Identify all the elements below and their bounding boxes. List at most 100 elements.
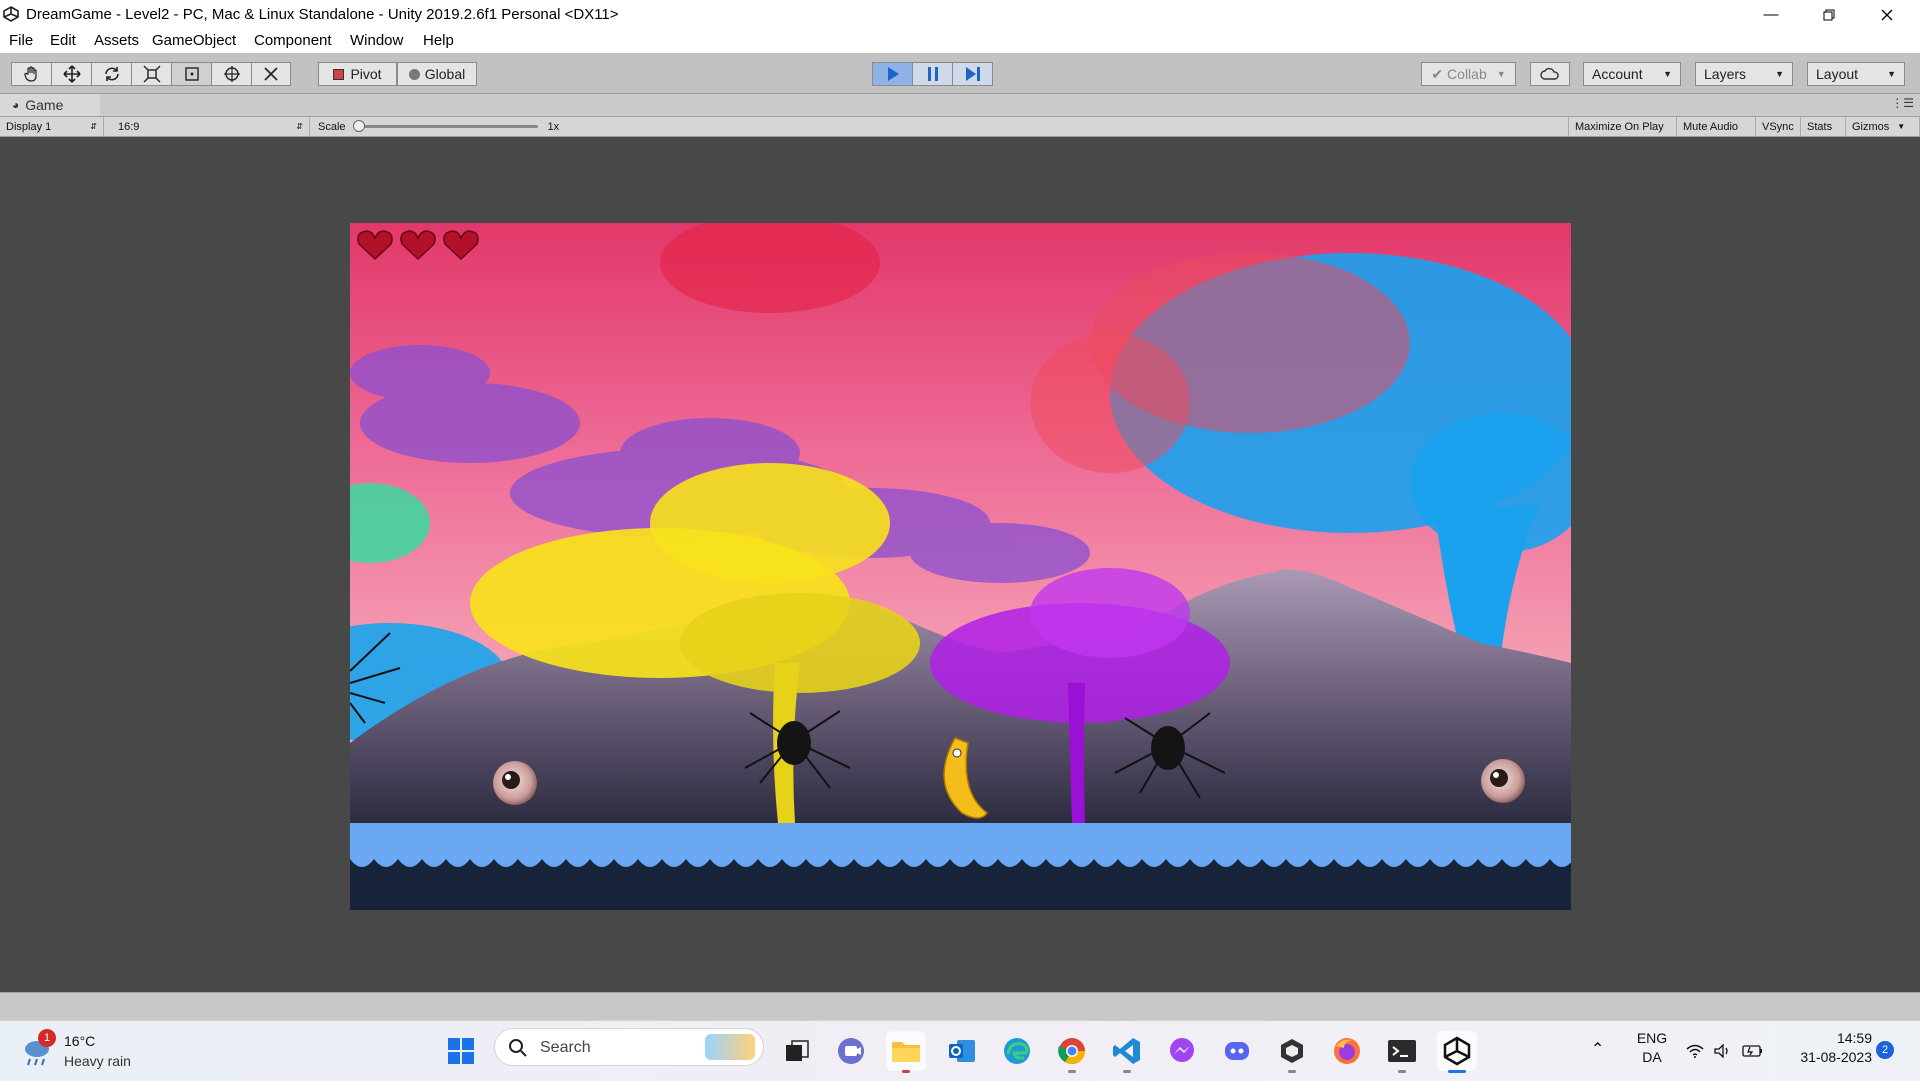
discord-icon (1225, 1042, 1249, 1060)
gizmos-label: Gizmos (1852, 120, 1890, 133)
file-explorer-button[interactable] (886, 1031, 926, 1073)
chevron-down-icon: ▼ (1887, 69, 1896, 79)
menu-assets[interactable]: Assets (94, 32, 139, 49)
step-button[interactable] (952, 62, 993, 86)
aspect-dropdown[interactable]: 16:9 ⇵ (112, 117, 310, 136)
menu-edit[interactable]: Edit (50, 32, 76, 49)
status-bar (0, 992, 1920, 1021)
discord-button[interactable] (1217, 1031, 1257, 1071)
account-dropdown[interactable]: Account ▼ (1583, 62, 1681, 86)
layout-dropdown[interactable]: Layout ▼ (1807, 62, 1905, 86)
vsync-toggle[interactable]: VSync (1756, 117, 1801, 136)
messenger-button[interactable] (1162, 1031, 1202, 1071)
minimize-button[interactable]: — (1742, 0, 1800, 29)
menu-help[interactable]: Help (423, 32, 454, 49)
firefox-icon (1334, 1038, 1360, 1064)
layers-dropdown[interactable]: Layers ▼ (1695, 62, 1793, 86)
collab-dropdown[interactable]: ✔ Collab ▼ (1421, 62, 1516, 86)
windows-taskbar: 1 16°C Heavy rain Search ⌃ ENG DA 14:59 … (0, 1020, 1920, 1081)
edge-icon (1004, 1038, 1030, 1064)
collab-label: Collab (1447, 66, 1487, 82)
play-button[interactable] (872, 62, 913, 86)
scale-slider-handle[interactable] (352, 120, 365, 132)
unity-hub-button[interactable] (1272, 1031, 1312, 1073)
globe-icon (408, 68, 420, 80)
close-icon (1881, 9, 1893, 20)
scale-tool-button[interactable] (131, 62, 172, 86)
eyeball-collectible (1481, 759, 1525, 803)
file-explorer-icon (892, 1042, 920, 1062)
start-icon (448, 1038, 474, 1064)
search-highlight-icon (705, 1034, 755, 1060)
clock[interactable]: 14:59 31-08-2023 (1782, 1030, 1872, 1065)
game-view[interactable] (350, 223, 1571, 910)
display-label: Display 1 (6, 120, 52, 133)
chevron-down-icon: ▼ (1663, 69, 1672, 79)
restore-button[interactable] (1800, 0, 1858, 29)
edge-button[interactable] (997, 1031, 1037, 1071)
chrome-button[interactable] (1052, 1031, 1092, 1073)
mute-audio-toggle[interactable]: Mute Audio (1677, 117, 1756, 136)
volume-icon (1714, 1044, 1728, 1058)
panel-menu-icon[interactable]: ⋮☰ (1891, 96, 1914, 110)
cloud-icon (1540, 67, 1559, 80)
transform-tool-button[interactable] (211, 62, 252, 86)
running-indicator (1398, 1070, 1406, 1073)
menu-component[interactable]: Component (254, 32, 332, 49)
rect-tool-button[interactable] (171, 62, 212, 86)
unity-editor-button[interactable] (1437, 1031, 1477, 1073)
search-placeholder: Search (540, 1039, 591, 1056)
teams-button[interactable] (831, 1031, 871, 1071)
running-indicator (1123, 1070, 1131, 1073)
pivot-label: Pivot (350, 66, 382, 82)
display-dropdown[interactable]: Display 1 ⇵ (0, 117, 104, 136)
hand-tool-button[interactable] (11, 62, 52, 86)
minimize-icon: — (1763, 6, 1779, 23)
custom-tool-button[interactable] (251, 62, 291, 86)
unity-hub-icon (1281, 1039, 1303, 1063)
pivot-toggle-button[interactable]: Pivot (318, 62, 397, 86)
system-tray-status[interactable] (1686, 1041, 1766, 1061)
tab-game[interactable]: ◕ Game (0, 94, 100, 116)
taskbar-search[interactable]: Search (494, 1028, 764, 1066)
language-top: ENG (1636, 1030, 1668, 1046)
scale-control: Scale 1x (312, 117, 572, 136)
menu-file[interactable]: File (9, 32, 33, 49)
outlook-button[interactable] (942, 1031, 982, 1071)
pivot-icon (333, 68, 345, 80)
menu-bar: File Edit Assets GameObject Component Wi… (0, 29, 1920, 53)
gizmos-dropdown[interactable]: Gizmos ▼ (1846, 117, 1920, 136)
pause-button[interactable] (912, 62, 953, 86)
weather-widget[interactable]: 1 16°C Heavy rain (20, 1029, 140, 1073)
vscode-button[interactable] (1107, 1031, 1147, 1073)
game-tab-row: ◕ Game ⋮☰ (0, 94, 1920, 117)
task-view-button[interactable] (777, 1031, 817, 1071)
tab-game-label: Game (25, 97, 64, 113)
close-button[interactable] (1858, 0, 1916, 29)
stats-toggle[interactable]: Stats (1801, 117, 1846, 136)
global-toggle-button[interactable]: Global (397, 62, 477, 86)
hand-icon (23, 66, 37, 82)
running-indicator (1448, 1070, 1466, 1073)
rotate-tool-button[interactable] (91, 62, 132, 86)
language-indicator[interactable]: ENG DA (1632, 1030, 1672, 1065)
running-indicator (1068, 1070, 1076, 1073)
weather-desc: Heavy rain (64, 1053, 131, 1069)
firefox-button[interactable] (1327, 1031, 1367, 1071)
scale-value: 1x (547, 120, 560, 133)
chevron-down-icon: ▼ (1897, 122, 1906, 131)
scale-slider[interactable] (352, 120, 538, 132)
terminal-button[interactable] (1382, 1031, 1422, 1073)
cloud-button[interactable] (1530, 62, 1570, 86)
notification-badge[interactable]: 2 (1876, 1041, 1894, 1059)
move-tool-button[interactable] (51, 62, 92, 86)
maximize-on-play-toggle[interactable]: Maximize On Play (1568, 117, 1677, 136)
unity-icon (1443, 1036, 1471, 1066)
show-hidden-icons-button[interactable]: ⌃ (1591, 1039, 1604, 1059)
menu-gameobject[interactable]: GameObject (152, 32, 236, 49)
layout-label: Layout (1816, 66, 1859, 82)
menu-window[interactable]: Window (350, 32, 403, 49)
game-view-toolbar: Display 1 ⇵ 16:9 ⇵ Scale 1x Maximize On … (0, 117, 1920, 137)
search-icon (509, 1039, 527, 1057)
start-button[interactable] (441, 1031, 481, 1071)
